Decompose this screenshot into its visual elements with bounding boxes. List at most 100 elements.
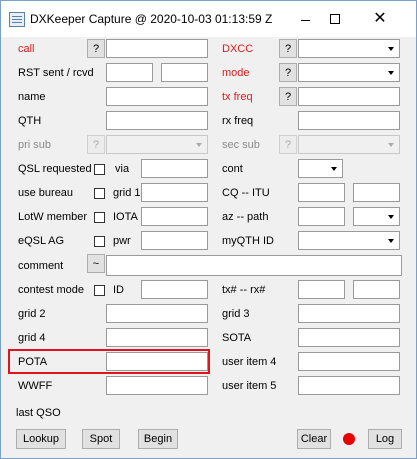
maximize-icon: [330, 14, 340, 24]
eqsl-ag-checkbox[interactable]: [94, 236, 105, 247]
grid1-input[interactable]: [141, 183, 208, 202]
itu-input[interactable]: [353, 183, 400, 202]
grid4-label: grid 4: [18, 332, 46, 344]
via-input[interactable]: [141, 159, 208, 178]
iota-input[interactable]: [141, 207, 208, 226]
tx-freq-help-button[interactable]: ?: [279, 87, 297, 106]
chevron-down-icon: [384, 210, 397, 223]
qsl-requested-label: QSL requested: [18, 163, 92, 175]
pota-input[interactable]: [106, 352, 208, 371]
last-qso-label: last QSO: [16, 407, 61, 419]
rst-rcvd-input[interactable]: [161, 63, 208, 82]
user-item4-input[interactable]: [298, 352, 400, 371]
eqsl-ag-label: eQSL AG: [18, 235, 65, 247]
window-title: DXKeeper Capture @ 2020-10-03 01:13:59 Z: [30, 12, 273, 26]
call-lookup-button[interactable]: ?: [87, 39, 105, 58]
pri-sub-select: [106, 135, 208, 154]
log-button[interactable]: Log: [368, 429, 402, 449]
id-label: ID: [113, 284, 124, 296]
path-select[interactable]: [353, 207, 400, 226]
tx-freq-label: tx freq: [222, 91, 253, 103]
id-input[interactable]: [141, 280, 208, 299]
pri-sub-label: pri sub: [18, 139, 52, 151]
minimize-button[interactable]: [291, 1, 319, 37]
grid3-label: grid 3: [222, 308, 250, 320]
call-label: call: [18, 43, 35, 55]
rx-freq-label: rx freq: [222, 115, 254, 127]
contest-mode-label: contest mode: [18, 284, 85, 296]
dxkeeper-capture-window: DXKeeper Capture @ 2020-10-03 01:13:59 Z…: [0, 0, 417, 459]
pota-label: POTA: [18, 356, 48, 368]
begin-button[interactable]: Begin: [138, 429, 178, 449]
grid1-label: grid 1: [113, 187, 141, 199]
qth-input[interactable]: [106, 111, 208, 130]
sec-sub-select: [298, 135, 400, 154]
chevron-down-icon: [327, 162, 340, 175]
sec-sub-help-button: ?: [279, 135, 297, 154]
mode-select[interactable]: [298, 63, 400, 82]
cq-itu-label: CQ -- ITU: [222, 187, 270, 199]
name-label: name: [18, 91, 46, 103]
pri-sub-help-button: ?: [87, 135, 105, 154]
mode-label: mode: [222, 67, 250, 79]
tx-num-input[interactable]: [298, 280, 345, 299]
chevron-down-icon: [192, 138, 205, 151]
rx-freq-input[interactable]: [298, 111, 400, 130]
comment-expand-button[interactable]: ~: [87, 254, 105, 273]
lookup-button[interactable]: Lookup: [16, 429, 66, 449]
user-item5-input[interactable]: [298, 376, 400, 395]
chevron-down-icon: [384, 234, 397, 247]
call-input[interactable]: [106, 39, 208, 58]
dxcc-label: DXCC: [222, 43, 254, 55]
mode-help-button[interactable]: ?: [279, 63, 297, 82]
wwff-label: WWFF: [18, 380, 53, 392]
minimize-icon: [300, 19, 310, 21]
tx-freq-input[interactable]: [298, 87, 400, 106]
contest-mode-checkbox[interactable]: [94, 285, 105, 296]
grid2-input[interactable]: [106, 304, 208, 323]
myqth-id-select[interactable]: [298, 231, 400, 250]
sota-input[interactable]: [298, 328, 400, 347]
grid2-label: grid 2: [18, 308, 46, 320]
chevron-down-icon: [384, 66, 397, 79]
maximize-button[interactable]: [321, 1, 349, 37]
dxcc-select[interactable]: [298, 39, 400, 58]
use-bureau-label: use bureau: [18, 187, 74, 199]
app-icon: [9, 12, 25, 27]
pwr-input[interactable]: [141, 231, 208, 250]
cont-select[interactable]: [298, 159, 343, 178]
spot-button[interactable]: Spot: [82, 429, 120, 449]
qsl-requested-checkbox[interactable]: [94, 164, 105, 175]
az-path-label: az -- path: [222, 211, 269, 223]
close-button[interactable]: ✕: [352, 1, 408, 37]
user-item5-label: user item 5: [222, 380, 277, 392]
lotw-member-checkbox[interactable]: [94, 212, 105, 223]
tx-rx-num-label: tx# -- rx#: [222, 284, 266, 296]
via-label: via: [115, 163, 130, 175]
chevron-down-icon: [384, 42, 397, 55]
comment-label: comment: [18, 260, 64, 272]
sota-label: SOTA: [222, 332, 252, 344]
use-bureau-checkbox[interactable]: [94, 188, 105, 199]
dxcc-help-button[interactable]: ?: [279, 39, 297, 58]
comment-input[interactable]: [106, 255, 402, 276]
az-input[interactable]: [298, 207, 345, 226]
rst-label: RST sent / rcvd: [18, 67, 94, 79]
chevron-down-icon: [384, 138, 397, 151]
user-item4-label: user item 4: [222, 356, 277, 368]
name-input[interactable]: [106, 87, 208, 106]
rst-sent-input[interactable]: [106, 63, 153, 82]
wwff-input[interactable]: [106, 376, 208, 395]
myqth-id-label: myQTH ID: [222, 235, 274, 247]
record-icon[interactable]: [343, 433, 355, 445]
grid3-input[interactable]: [298, 304, 400, 323]
cq-input[interactable]: [298, 183, 345, 202]
cont-label: cont: [222, 163, 243, 175]
clear-button[interactable]: Clear: [297, 429, 331, 449]
rx-num-input[interactable]: [353, 280, 400, 299]
sec-sub-label: sec sub: [222, 139, 260, 151]
close-icon: ✕: [373, 10, 387, 27]
grid4-input[interactable]: [106, 328, 208, 347]
iota-label: IOTA: [113, 211, 138, 223]
title-bar: DXKeeper Capture @ 2020-10-03 01:13:59 Z…: [1, 1, 416, 37]
